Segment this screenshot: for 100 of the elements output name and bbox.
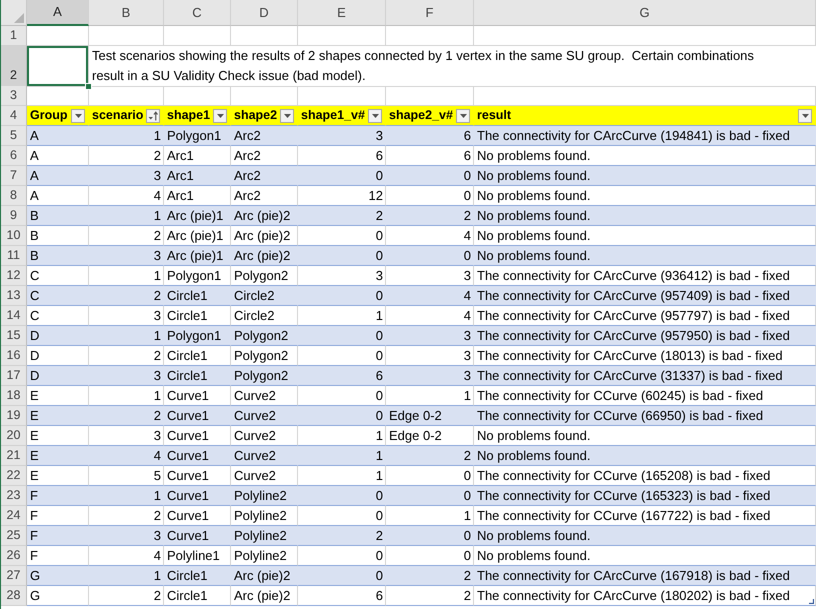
table-cell: 3 xyxy=(298,126,386,146)
table-cell: 3 xyxy=(386,366,474,386)
row-header[interactable]: 27 xyxy=(1,566,27,586)
row-header[interactable]: 12 xyxy=(1,266,27,286)
table-cell: G xyxy=(27,566,89,586)
row-header[interactable]: 13 xyxy=(1,286,27,306)
table-cell: F xyxy=(27,526,89,546)
column-header[interactable]: A xyxy=(27,0,89,26)
table-cell: 3 xyxy=(89,246,164,266)
column-header[interactable]: F xyxy=(386,0,474,26)
row-header[interactable]: 20 xyxy=(1,426,27,446)
column-header[interactable]: G xyxy=(474,0,816,26)
row-header[interactable]: 10 xyxy=(1,226,27,246)
column-title: shape1 xyxy=(167,109,210,122)
table-cell: No problems found. xyxy=(474,446,816,466)
table-cell: No problems found. xyxy=(474,206,816,226)
filter-button[interactable] xyxy=(280,108,294,122)
row-header[interactable]: 4 xyxy=(1,106,27,126)
column-title: scenario xyxy=(92,109,144,122)
empty-cell xyxy=(231,26,298,46)
table-cell: D xyxy=(27,326,89,346)
sort-button[interactable] xyxy=(146,108,160,122)
table-cell: Arc (pie)2 xyxy=(231,566,298,586)
resize-handle-icon[interactable] xyxy=(809,599,814,604)
row-header[interactable]: 22 xyxy=(1,466,27,486)
table-cell: 2 xyxy=(89,406,164,426)
table-cell: 3 xyxy=(89,166,164,186)
table-cell: The connectivity for CArcCurve (31337) is bad - fixed xyxy=(474,366,816,386)
table-cell: 2 xyxy=(298,526,386,546)
row-header[interactable]: 3 xyxy=(1,86,27,106)
table-cell: Polygon1 xyxy=(164,126,231,146)
row-header[interactable]: 8 xyxy=(1,186,27,206)
table-cell: 6 xyxy=(298,586,386,606)
table-cell: Arc2 xyxy=(231,126,298,146)
empty-cell xyxy=(164,26,231,46)
table-cell: Edge 0-2 xyxy=(386,406,474,426)
filter-button[interactable] xyxy=(71,108,85,122)
caret-icon xyxy=(460,114,466,118)
table-cell: Curve1 xyxy=(164,406,231,426)
table-cell: Curve1 xyxy=(164,486,231,506)
column-header[interactable]: E xyxy=(298,0,386,26)
row-header[interactable]: 23 xyxy=(1,486,27,506)
row-header[interactable]: 14 xyxy=(1,306,27,326)
row-header[interactable]: 19 xyxy=(1,406,27,426)
table-cell: Arc (pie)1 xyxy=(164,206,231,226)
table-cell: 1 xyxy=(89,126,164,146)
row-header[interactable]: 25 xyxy=(1,526,27,546)
triangle-icon xyxy=(14,13,24,23)
row-header[interactable]: 26 xyxy=(1,546,27,566)
row-header[interactable]: 1 xyxy=(1,26,27,46)
row-header[interactable]: 16 xyxy=(1,346,27,366)
table-cell: F xyxy=(27,486,89,506)
table-cell: Circle1 xyxy=(164,286,231,306)
selected-cell[interactable] xyxy=(27,46,89,87)
table-cell: B xyxy=(27,206,89,226)
row-header[interactable]: 17 xyxy=(1,366,27,386)
table-cell: Arc (pie)2 xyxy=(231,206,298,226)
table-cell: D xyxy=(27,366,89,386)
row-header[interactable]: 2 xyxy=(1,46,27,87)
table-cell: 1 xyxy=(298,446,386,466)
table-cell: G xyxy=(27,586,89,606)
table-cell: 0 xyxy=(298,486,386,506)
row-header[interactable]: 5 xyxy=(1,126,27,146)
column-header[interactable]: B xyxy=(89,0,164,26)
table-cell: 4 xyxy=(89,446,164,466)
table-cell: 0 xyxy=(298,166,386,186)
table-cell: Polygon2 xyxy=(231,326,298,346)
table-cell: E xyxy=(27,446,89,466)
table-cell: Curve1 xyxy=(164,526,231,546)
row-header[interactable]: 9 xyxy=(1,206,27,226)
column-header[interactable]: D xyxy=(231,0,298,26)
row-header[interactable]: 6 xyxy=(1,146,27,166)
row-header[interactable]: 21 xyxy=(1,446,27,466)
row-header[interactable]: 7 xyxy=(1,166,27,186)
column-title: result xyxy=(477,109,512,122)
table-cell: 2 xyxy=(386,206,474,226)
fill-handle[interactable] xyxy=(85,83,92,90)
table-cell: 1 xyxy=(89,326,164,346)
row-header[interactable]: 28 xyxy=(1,586,27,606)
table-cell: 1 xyxy=(89,566,164,586)
table-cell: Curve2 xyxy=(231,406,298,426)
table-cell: 0 xyxy=(298,246,386,266)
table-cell: 0 xyxy=(298,326,386,346)
table-cell: 0 xyxy=(386,526,474,546)
filter-button[interactable] xyxy=(456,108,470,122)
table-cell: B xyxy=(27,246,89,266)
table-cell: 2 xyxy=(298,206,386,226)
caret-icon xyxy=(802,114,808,118)
filter-button[interactable] xyxy=(213,108,227,122)
row-header[interactable]: 15 xyxy=(1,326,27,346)
table-cell: Circle1 xyxy=(164,566,231,586)
table-cell: 2 xyxy=(89,286,164,306)
table-cell: 3 xyxy=(89,526,164,546)
row-header[interactable]: 11 xyxy=(1,246,27,266)
filter-button[interactable] xyxy=(798,108,812,122)
row-header[interactable]: 24 xyxy=(1,506,27,526)
filter-button[interactable] xyxy=(368,108,382,122)
column-header[interactable]: C xyxy=(164,0,231,26)
row-header[interactable]: 18 xyxy=(1,386,27,406)
table-cell: 3 xyxy=(89,366,164,386)
